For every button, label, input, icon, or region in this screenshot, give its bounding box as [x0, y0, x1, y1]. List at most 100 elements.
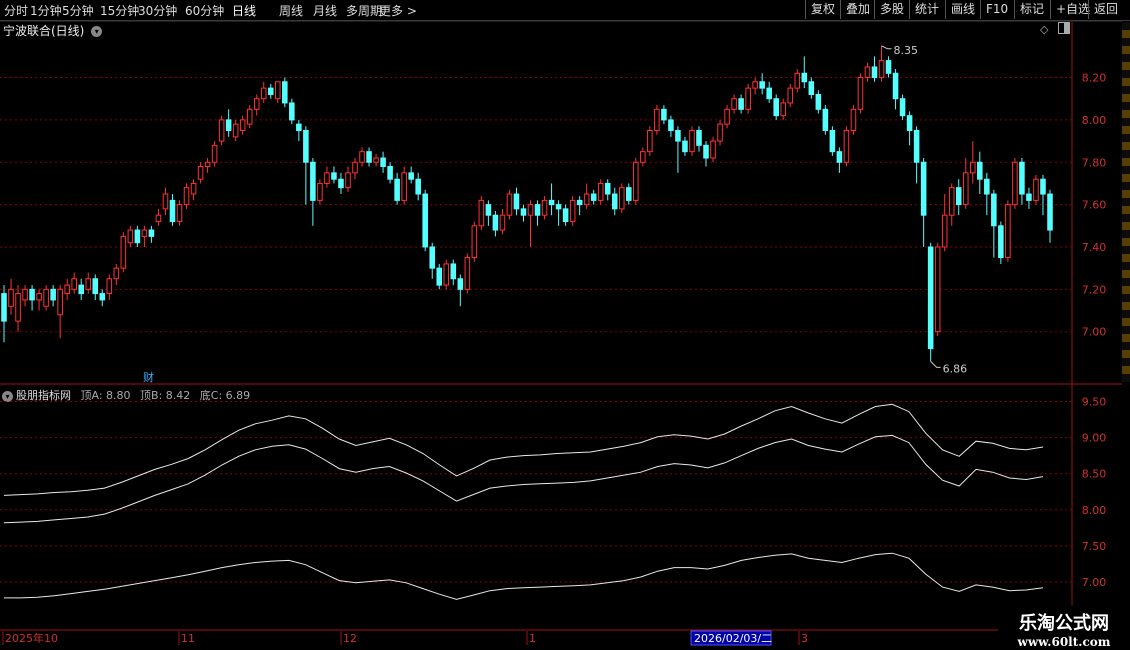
candle-body-down [429, 246, 436, 269]
candle-body-up [787, 87, 794, 104]
candle-body-up [57, 288, 63, 316]
period-8[interactable]: 月线 [313, 2, 337, 19]
candle-body-down [998, 225, 1004, 259]
toolbar-button-3[interactable]: 统计 [909, 0, 944, 19]
candle-body-down [78, 284, 85, 295]
date-label: 12 [343, 632, 357, 645]
date-label: 11 [181, 632, 195, 645]
candle-body-up [64, 284, 70, 295]
cursor-date-box [690, 630, 772, 646]
cursor-date-label: 2026/02/03/二 [694, 632, 772, 645]
kline-chart[interactable]: 8.20 8.00 7.80 7.60 7.40 7.20 7.00 8.35 6.86 财 9.5… [0, 0, 1130, 650]
candle-body-up [941, 214, 948, 248]
candle-body-down [590, 193, 597, 201]
period-7[interactable]: 周线 [279, 2, 303, 19]
candle-body-up [647, 129, 653, 153]
period-6[interactable]: 日线 [232, 2, 256, 19]
candle-body-up [43, 288, 49, 307]
price-tick-label: 7.80 [1082, 156, 1107, 169]
candle-body-down [380, 157, 386, 167]
candle-body-down [977, 161, 983, 180]
candle-body-up [443, 263, 450, 286]
candle-body-up [155, 214, 162, 223]
period-10[interactable]: 更多 > [379, 2, 417, 19]
candle-body-up [969, 161, 976, 174]
candle-body-down [703, 144, 709, 159]
candle-body-down [267, 87, 274, 95]
candle-body-up [934, 246, 941, 333]
indicator-tick-label: 9.50 [1082, 395, 1107, 408]
candle-body-up [527, 204, 534, 216]
candle-body-up [176, 204, 183, 223]
indicator-value-b: 顶B: 8.42 [140, 389, 191, 402]
candle-body-up [878, 60, 885, 79]
candle-body-down [822, 108, 829, 131]
price-tick-label: 8.20 [1082, 72, 1107, 85]
candle-body-down [225, 119, 232, 131]
candle-body-down [289, 102, 295, 121]
period-9[interactable]: 多周期 [346, 2, 382, 19]
toolbar-button-8[interactable]: 返回 [1088, 0, 1123, 19]
candle-body-down [871, 66, 878, 79]
candle-body-down [492, 214, 499, 231]
period-2[interactable]: 5分钟 [62, 2, 94, 19]
candle-body-down [534, 204, 541, 216]
candle-body-up [464, 257, 471, 290]
candle-body-down [394, 178, 400, 201]
indicator-value-a: 顶A: 8.80 [80, 389, 131, 402]
candle-body-up [583, 193, 590, 206]
window-toggle-icon[interactable] [1058, 22, 1070, 37]
candle-body-up [373, 157, 379, 163]
candle-body-down [836, 151, 843, 163]
candle-body-up [780, 102, 787, 117]
candle-body-down [436, 267, 443, 286]
diamond-icon[interactable]: ◇ [1040, 23, 1048, 36]
indicator-line-0 [3, 403, 1044, 496]
date-label: 2025年10 [5, 631, 58, 645]
period-4[interactable]: 30分钟 [138, 2, 177, 19]
toolbar-button-5[interactable]: F10 [980, 0, 1013, 19]
period-1[interactable]: 1分钟 [30, 2, 62, 19]
candle-body-down [766, 87, 772, 100]
candle-body-down [611, 193, 618, 210]
candle-body-down [773, 98, 779, 117]
toolbar-button-0[interactable]: 复权 [805, 0, 840, 19]
toolbar-button-2[interactable]: 多股 [874, 0, 909, 19]
period-3[interactable]: 15分钟 [100, 2, 139, 19]
candle-body-down [282, 81, 288, 104]
candle-body-up [253, 98, 260, 110]
candle-body-up [1012, 161, 1018, 206]
candle-body-down [759, 81, 765, 89]
finance-marker[interactable]: 财 [143, 370, 154, 384]
candle-body-up [141, 229, 148, 237]
price-tick-label: 7.20 [1082, 283, 1107, 296]
low-price-label: 6.86 [943, 362, 968, 375]
candle-body-up [232, 123, 239, 138]
candle-body-down [513, 193, 520, 210]
candle-body-down [331, 172, 337, 180]
candle-body-up [211, 144, 218, 163]
indicator-title: ▾ 股朋指标网 顶A: 8.80 顶B: 8.42 底C: 6.89 [2, 387, 250, 403]
candle-body-down [885, 60, 892, 74]
chevron-down-icon[interactable]: ▾ [91, 26, 103, 37]
candle-body-up [717, 123, 723, 142]
candle-body-up [275, 81, 281, 100]
candle-body-down [562, 208, 569, 223]
period-5[interactable]: 60分钟 [185, 2, 224, 19]
candle-body-up [752, 81, 758, 89]
toolbar-button-6[interactable]: 标记 [1014, 0, 1049, 19]
candle-body-up [731, 98, 737, 110]
period-0[interactable]: 分时 [4, 2, 28, 19]
candle-body-up [85, 278, 92, 290]
candle-body-up [506, 193, 513, 216]
toolbar-button-4[interactable]: 画线 [945, 0, 980, 19]
chevron-down-icon[interactable]: ▾ [2, 390, 13, 402]
candle-body-up [1033, 178, 1039, 201]
candle-body-up [843, 129, 850, 163]
candle-body-down [134, 229, 141, 244]
candle-body-up [471, 225, 478, 259]
candle-body-down [829, 129, 836, 153]
candle-body-down [387, 165, 393, 180]
toolbar-button-1[interactable]: 叠加 [840, 0, 875, 19]
side-info-strip [1122, 22, 1130, 382]
